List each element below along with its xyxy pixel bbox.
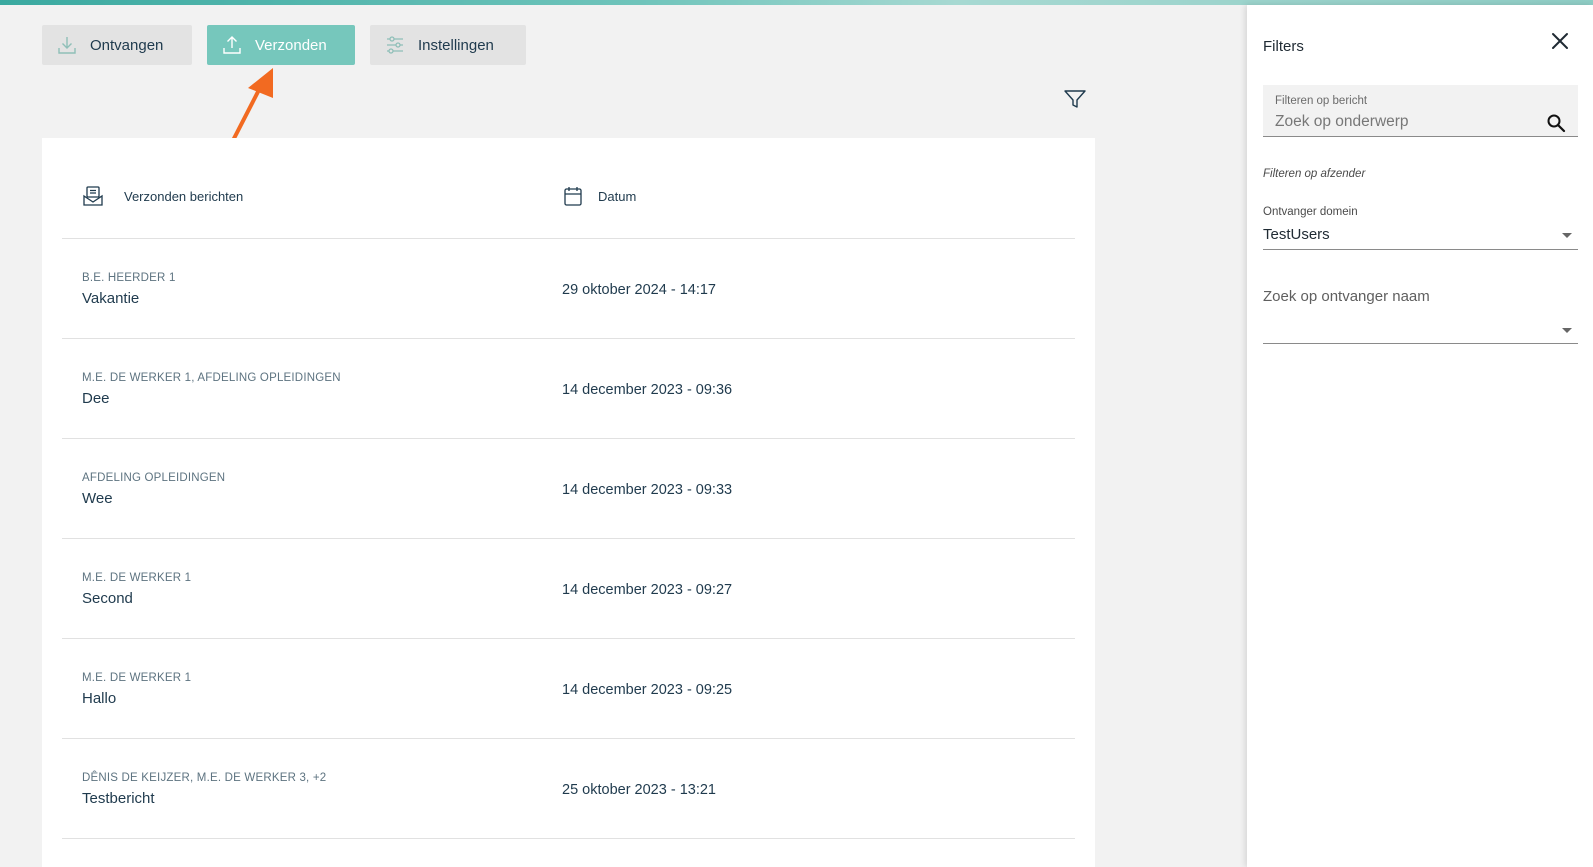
row-recipients: M.E. DE WERKER 1, AFDELING OPLEIDINGEN xyxy=(82,372,341,384)
column-header-messages[interactable]: Verzonden berichten xyxy=(82,185,243,207)
chevron-down-icon xyxy=(1562,328,1572,333)
row-subject: Vakantie xyxy=(82,290,140,307)
close-icon[interactable] xyxy=(1549,30,1571,52)
table-row[interactable]: M.E. DE WERKER 1 Hallo 14 december 2023 … xyxy=(62,639,1075,739)
filters-title: Filters xyxy=(1263,38,1304,55)
tab-verzonden[interactable]: Verzonden xyxy=(207,25,355,65)
recipient-name-select[interactable]: Zoek op ontvanger naam xyxy=(1263,288,1578,344)
column-header-date-label: Datum xyxy=(598,188,637,204)
chevron-down-icon xyxy=(1562,233,1572,238)
tab-ontvangen[interactable]: Ontvangen xyxy=(42,25,192,65)
column-header-date[interactable]: Datum xyxy=(562,185,636,207)
table-row[interactable]: M.E. DE WERKER 1 Second 14 december 2023… xyxy=(62,539,1075,639)
filters-panel: Filters Filteren op bericht Filteren op … xyxy=(1247,5,1593,867)
row-recipients: AFDELING OPLEIDINGEN xyxy=(82,472,226,484)
row-subject: Hallo xyxy=(82,690,117,707)
row-subject: Second xyxy=(82,590,133,607)
tab-ontvangen-label: Ontvangen xyxy=(90,36,164,54)
row-recipients: DÊNIS DE KEIJZER, M.E. DE WERKER 3, +2 xyxy=(82,772,327,784)
calendar-icon xyxy=(562,185,584,207)
row-date: 14 december 2023 - 09:33 xyxy=(562,482,733,498)
table-row[interactable]: DÊNIS DE KEIJZER, M.E. DE WERKER 3, +2 T… xyxy=(62,739,1075,839)
row-subject: Testbericht xyxy=(82,790,155,807)
tab-instellingen-label: Instellingen xyxy=(418,36,494,54)
recipient-domain-label: Ontvanger domein xyxy=(1263,206,1358,218)
subject-search-label: Filteren op bericht xyxy=(1275,95,1368,107)
row-date: 14 december 2023 - 09:27 xyxy=(562,582,733,598)
list-header: Verzonden berichten Datum xyxy=(62,138,1075,239)
row-subject: Dee xyxy=(82,390,110,407)
row-subject: Wee xyxy=(82,490,113,507)
row-date: 14 december 2023 - 09:36 xyxy=(562,382,733,398)
recipient-domain-select[interactable]: Ontvanger domein TestUsers xyxy=(1263,206,1578,250)
envelope-icon xyxy=(82,185,104,207)
row-date: 14 december 2023 - 09:25 xyxy=(562,682,733,698)
filter-icon[interactable] xyxy=(1063,88,1087,110)
row-recipients: M.E. DE WERKER 1 xyxy=(82,672,192,684)
upload-icon xyxy=(221,34,243,56)
recipient-name-placeholder: Zoek op ontvanger naam xyxy=(1263,288,1430,305)
table-row[interactable]: B.E. HEERDER 1 Vakantie 29 oktober 2024 … xyxy=(62,239,1075,339)
subject-search-input[interactable] xyxy=(1275,111,1535,133)
subject-search-field: Filteren op bericht xyxy=(1263,85,1578,137)
table-row[interactable]: M.E. DE WERKER 1, AFDELING OPLEIDINGEN D… xyxy=(62,339,1075,439)
column-header-messages-label: Verzonden berichten xyxy=(124,188,244,204)
search-icon[interactable] xyxy=(1546,113,1566,133)
tab-verzonden-label: Verzonden xyxy=(255,36,327,54)
row-date: 25 oktober 2023 - 13:21 xyxy=(562,782,716,798)
sender-filter-heading: Filteren op afzender xyxy=(1263,168,1366,180)
tab-instellingen[interactable]: Instellingen xyxy=(370,25,526,65)
tab-bar: Ontvangen Verzonden Instellingen xyxy=(42,25,526,65)
message-list: B.E. HEERDER 1 Vakantie 29 oktober 2024 … xyxy=(62,239,1075,839)
row-recipients: B.E. HEERDER 1 xyxy=(82,272,176,284)
row-date: 29 oktober 2024 - 14:17 xyxy=(562,282,716,298)
download-icon xyxy=(56,34,78,56)
row-recipients: M.E. DE WERKER 1 xyxy=(82,572,192,584)
recipient-domain-value: TestUsers xyxy=(1263,226,1330,243)
table-row[interactable]: AFDELING OPLEIDINGEN Wee 14 december 202… xyxy=(62,439,1075,539)
sent-messages-card: Verzonden berichten Datum B.E. HEERDER 1… xyxy=(42,138,1095,867)
sliders-icon xyxy=(384,34,406,56)
